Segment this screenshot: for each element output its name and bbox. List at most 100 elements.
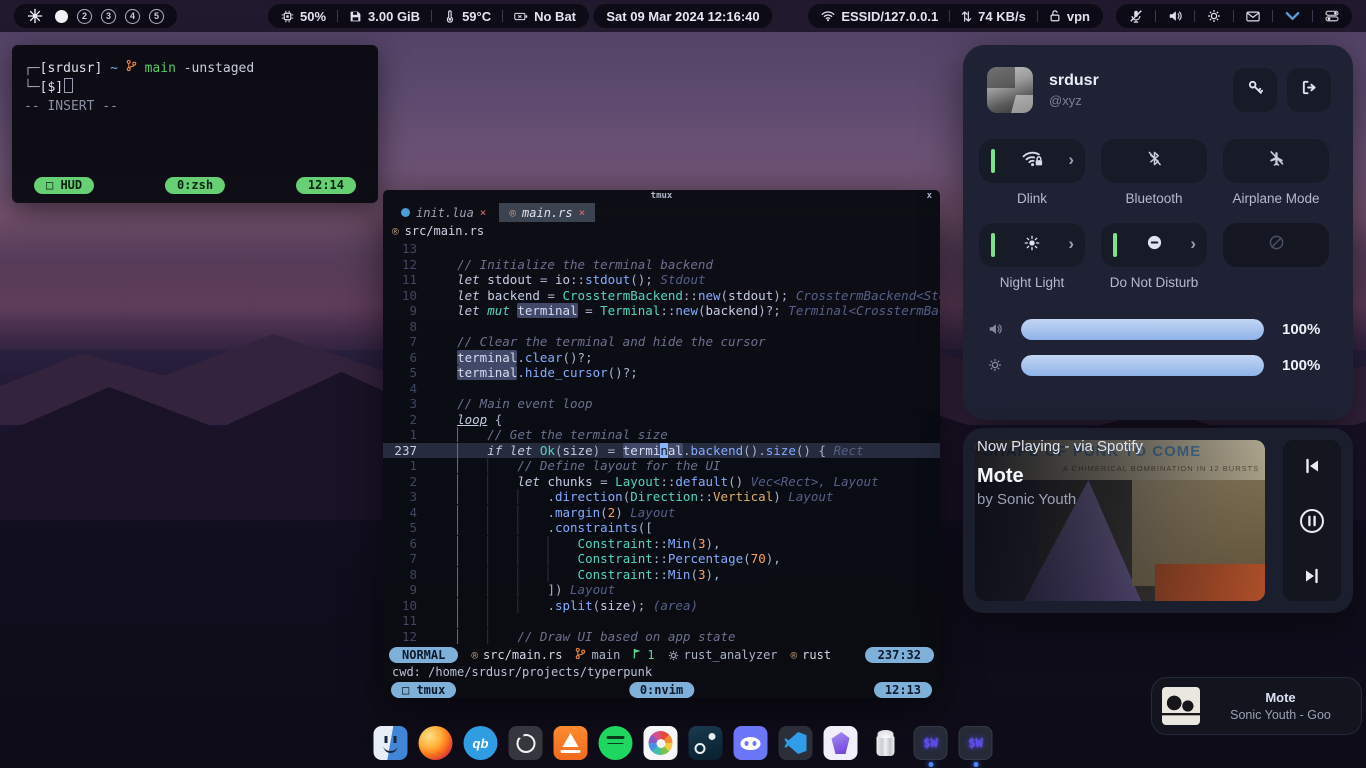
workspace-3[interactable]: 3 (101, 9, 116, 24)
dock-item-vscode[interactable] (779, 726, 813, 760)
dock-item-steam[interactable] (689, 726, 723, 760)
code-line[interactable]: 13 (383, 241, 940, 257)
night-light-button[interactable]: › (979, 223, 1085, 267)
dock-item-obsidian[interactable] (824, 726, 858, 760)
dock-item-spotify[interactable] (599, 726, 633, 760)
workspace-5[interactable]: 5 (149, 9, 164, 24)
tab-init.lua[interactable]: init.lua× (391, 203, 496, 222)
toggle-label: Do Not Disturb (1101, 275, 1207, 291)
dock-item-obs[interactable] (509, 726, 543, 760)
brightness-slider[interactable] (1021, 355, 1264, 376)
code-line[interactable]: 4 ▏ ▏ ▏ .margin(2) Layout (383, 505, 940, 521)
toggles-icon[interactable] (1325, 10, 1339, 22)
tmux-session-pill[interactable]: □ HUD (34, 177, 94, 194)
do-not-disturb-button[interactable]: › (1101, 223, 1207, 267)
code-line[interactable]: 2 loop { (383, 412, 940, 428)
music-notification[interactable]: Mote Sonic Youth - Goo (1151, 677, 1362, 735)
tmux-session-pill[interactable]: □ tmux (391, 682, 456, 698)
previous-button[interactable] (1303, 457, 1321, 475)
brightness-slider-row: 100% (983, 347, 1353, 383)
mail-icon[interactable] (1246, 11, 1260, 22)
steam-icon (689, 726, 723, 760)
code-line[interactable]: 5 terminal.hide_cursor()?; (383, 365, 940, 381)
line-number: 6 (383, 350, 427, 366)
workspace-1[interactable] (55, 10, 68, 23)
tmux-window-pill[interactable]: 0:zsh (165, 177, 225, 194)
logout-button[interactable] (1287, 68, 1331, 112)
line-number: 1 (383, 427, 427, 443)
code-line[interactable]: 8 (383, 319, 940, 335)
code-line[interactable]: 1 ▏ // Get the terminal size (383, 427, 940, 443)
code-line[interactable]: 2 ▏ ▏ let chunks = Layout::default() Vec… (383, 474, 940, 490)
code-line[interactable]: 11 ▏ ▏ (383, 613, 940, 629)
code-line[interactable]: 7 // Clear the terminal and hide the cur… (383, 334, 940, 350)
code-line[interactable]: 8 ▏ ▏ ▏ ▏ Constraint::Min(3), (383, 567, 940, 583)
bluetooth-button[interactable] (1101, 139, 1207, 183)
workspace-4[interactable]: 4 (125, 9, 140, 24)
editor-window[interactable]: tmux x init.lua×®main.rs× ® src/main.rs … (383, 190, 940, 698)
dock-item-firefox[interactable] (419, 726, 453, 760)
brightness-slider-value: 100% (1282, 357, 1320, 374)
code-line[interactable]: 1 ▏ ▏ // Define layout for the UI (383, 458, 940, 474)
network-pill[interactable]: ESSID/127.0.0.1 74 KB/s vpn (808, 4, 1103, 28)
chevron-right-icon[interactable]: › (1068, 150, 1074, 170)
code-line[interactable]: 7 ▏ ▏ ▏ ▏ Constraint::Percentage(70), (383, 551, 940, 567)
clock-pill[interactable]: Sat 09 Mar 2024 12:16:40 (593, 4, 772, 28)
lock-keys-button[interactable] (1233, 68, 1277, 112)
slider-fill (1021, 355, 1264, 376)
statusline-filetype: ®rust (791, 648, 832, 662)
chevron-right-icon[interactable]: › (1190, 234, 1196, 254)
dock-item-stream-widget-2[interactable]: $W (959, 726, 993, 767)
dock-item-trash[interactable] (869, 726, 903, 760)
speaker-icon[interactable] (1168, 9, 1182, 23)
dock-item-qbittorrent[interactable]: qb (464, 726, 498, 760)
code-line[interactable]: 11 let stdout = io::stdout(); Stdout (383, 272, 940, 288)
dock-item-discord[interactable] (734, 726, 768, 760)
tab-close-button[interactable]: × (579, 206, 586, 219)
code-text: terminal.clear()?; (427, 350, 593, 365)
code-line[interactable]: 4 (383, 381, 940, 397)
code-line[interactable]: 3 ▏ ▏ ▏ .direction(Direction::Vertical) … (383, 489, 940, 505)
gear-icon[interactable] (1207, 9, 1221, 23)
dock-item-file-manager[interactable] (374, 726, 408, 760)
dock-item-stream-widget-1[interactable]: $W (914, 726, 948, 767)
obs-icon (509, 726, 543, 760)
distro-logo-icon[interactable] (27, 8, 43, 24)
divider (337, 10, 338, 22)
dlink-button[interactable]: › (979, 139, 1085, 183)
dock-item-vlc[interactable] (554, 726, 588, 760)
mic-muted-icon[interactable] (1129, 9, 1143, 23)
terminal-window[interactable]: ┌─[srdusr] ~ main -unstaged └─[$] -- INS… (12, 45, 378, 203)
code-line[interactable]: 5 ▏ ▏ ▏ .constraints([ (383, 520, 940, 536)
window-close-button[interactable]: x (927, 190, 932, 203)
code-line[interactable]: 6 ▏ ▏ ▏ ▏ Constraint::Min(3), (383, 536, 940, 552)
dock-item-photos[interactable] (644, 726, 678, 760)
code-line[interactable]: 6 terminal.clear()?; (383, 350, 940, 366)
volume-slider[interactable] (1021, 319, 1264, 340)
tab-close-button[interactable]: × (480, 206, 487, 219)
tray (1129, 9, 1339, 23)
tab-main.rs[interactable]: ®main.rs× (499, 203, 595, 222)
tmux-clock-pill: 12:13 (874, 682, 932, 698)
next-button[interactable] (1303, 567, 1321, 585)
code-line[interactable]: 10 ▏ ▏ ▏ .split(size); (area) (383, 598, 940, 614)
code-line[interactable]: 10 let backend = CrosstermBackend::new(s… (383, 288, 940, 304)
code-line[interactable]: 3 // Main event loop (383, 396, 940, 412)
spotify-icon (599, 726, 633, 760)
airplane-mode-button[interactable] (1223, 139, 1329, 183)
code-line[interactable]: 237 ▏ if let Ok(size) = terminal.backend… (383, 443, 940, 459)
tmux-window-pill[interactable]: 0:nvim (629, 682, 694, 698)
chevron-down-icon[interactable] (1285, 11, 1300, 21)
unavailable-button[interactable] (1223, 223, 1329, 267)
code-line[interactable]: 9 let mut terminal = Terminal::new(backe… (383, 303, 940, 319)
pause-button[interactable] (1299, 508, 1325, 534)
code-line[interactable]: 12 // Initialize the terminal backend (383, 257, 940, 273)
line-number: 11 (383, 613, 427, 629)
line-number: 10 (383, 288, 427, 304)
code-line[interactable]: 12 ▏ ▏ // Draw UI based on app state (383, 629, 940, 645)
code-text: let stdout = io::stdout(); Stdout (427, 272, 706, 287)
workspace-2[interactable]: 2 (77, 9, 92, 24)
code-line[interactable]: 9 ▏ ▏ ▏ ]) Layout (383, 582, 940, 598)
vscode-icon (779, 726, 813, 760)
chevron-right-icon[interactable]: › (1068, 234, 1074, 254)
